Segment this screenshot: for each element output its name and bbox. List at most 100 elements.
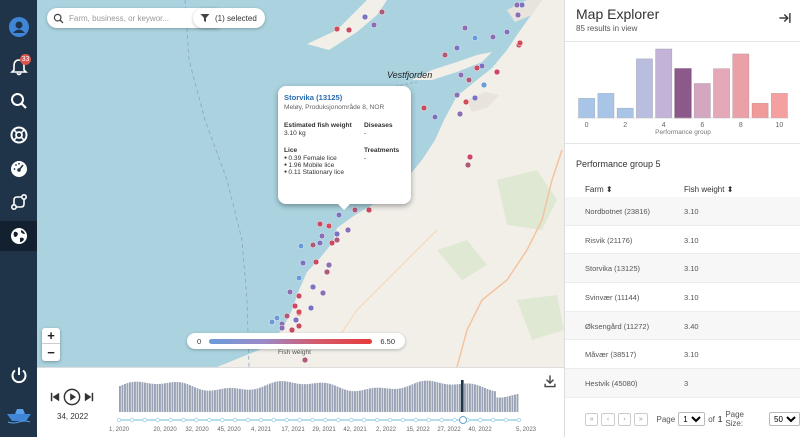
timeline-bar[interactable] <box>424 380 426 412</box>
zoom-in-button[interactable]: + <box>42 328 60 344</box>
timeline-bar[interactable] <box>471 383 474 412</box>
timeline-bar[interactable] <box>264 385 266 412</box>
timeline-bar[interactable] <box>206 390 209 412</box>
filter-button[interactable]: (1) selected <box>193 8 265 28</box>
timeline-bar[interactable] <box>436 382 439 412</box>
timeline-bar[interactable] <box>239 388 241 412</box>
map-view[interactable]: (1) selected Vestfjorden Storvika (13125… <box>37 0 564 367</box>
page-select[interactable]: 1 <box>678 412 706 426</box>
timeline-bar[interactable] <box>394 388 396 412</box>
timeline-step-dot[interactable] <box>413 417 418 423</box>
first-page-button[interactable]: « <box>585 412 599 426</box>
timeline-bar[interactable] <box>281 381 284 412</box>
farm-marker[interactable] <box>471 34 479 42</box>
timeline-bar[interactable] <box>316 382 319 412</box>
timeline-bar[interactable] <box>166 382 169 412</box>
timeline-bar[interactable] <box>349 390 351 412</box>
farm-marker[interactable] <box>307 304 315 312</box>
timeline-histogram[interactable] <box>115 378 525 426</box>
timeline-bar[interactable] <box>269 383 271 412</box>
timeline-bar[interactable] <box>211 390 214 412</box>
timeline-bar[interactable] <box>151 383 154 412</box>
farm-marker[interactable] <box>283 312 291 320</box>
timeline-bar[interactable] <box>479 385 481 412</box>
table-row[interactable]: Øksengård (11272) 3.40 <box>565 311 800 341</box>
timeline-bar[interactable] <box>481 386 484 412</box>
timeline-slider-thumb[interactable] <box>459 416 467 424</box>
timeline-bar[interactable] <box>399 388 401 412</box>
timeline-bar[interactable] <box>369 388 371 412</box>
timeline-bar[interactable] <box>429 380 431 412</box>
farm-marker[interactable] <box>295 308 303 316</box>
timeline-bar[interactable] <box>169 382 171 412</box>
farm-marker[interactable] <box>319 289 327 297</box>
timeline-step-dot[interactable] <box>142 417 148 423</box>
farm-marker[interactable] <box>431 113 439 121</box>
timeline-bar[interactable] <box>386 388 389 412</box>
farm-marker[interactable] <box>370 21 378 29</box>
timeline-bar[interactable] <box>341 388 344 412</box>
farm-marker[interactable] <box>299 259 307 267</box>
sidebar-item-map[interactable] <box>0 221 37 251</box>
timeline-bar[interactable] <box>179 382 181 412</box>
timeline-bar[interactable] <box>131 381 134 412</box>
histogram-bar[interactable] <box>655 48 673 119</box>
timeline-bar[interactable] <box>254 389 256 412</box>
farm-marker[interactable] <box>318 232 326 240</box>
timeline-bar[interactable] <box>384 388 386 412</box>
timeline-bar[interactable] <box>494 391 496 412</box>
farm-marker[interactable] <box>351 206 359 214</box>
histogram-bar[interactable] <box>616 107 634 119</box>
timeline-bar[interactable] <box>144 382 146 412</box>
timeline-step-dot[interactable] <box>400 417 406 423</box>
timeline-step-dot[interactable] <box>374 417 380 423</box>
timeline-step-dot[interactable] <box>220 417 225 423</box>
timeline-bar[interactable] <box>496 397 499 412</box>
timeline-bar[interactable] <box>401 387 404 412</box>
timeline-bar[interactable] <box>196 388 199 412</box>
farm-marker[interactable] <box>333 230 341 238</box>
timeline-bar[interactable] <box>469 383 471 412</box>
timeline-bar[interactable] <box>199 389 201 412</box>
timeline-bar[interactable] <box>291 382 294 412</box>
timeline-bar[interactable] <box>416 382 419 412</box>
timeline-bar[interactable] <box>289 382 291 412</box>
timeline-bar[interactable] <box>319 382 321 412</box>
farm-marker[interactable] <box>286 288 294 296</box>
skip-back-icon[interactable] <box>49 391 61 403</box>
timeline-bar[interactable] <box>346 390 349 412</box>
farm-marker[interactable] <box>441 51 449 59</box>
timeline-bar[interactable] <box>336 386 339 412</box>
timeline-bar[interactable] <box>321 382 324 412</box>
timeline-bar[interactable] <box>486 388 489 412</box>
farm-marker[interactable] <box>309 241 317 249</box>
timeline-bar[interactable] <box>464 383 466 412</box>
timeline-bar[interactable] <box>124 383 126 412</box>
timeline-bar[interactable] <box>459 383 461 412</box>
timeline-bar[interactable] <box>219 389 221 412</box>
table-row[interactable]: Storvika (13125) 3.10 <box>565 254 800 284</box>
timeline-step-dot[interactable] <box>129 417 135 423</box>
timeline-bar[interactable] <box>374 387 376 412</box>
timeline-bar[interactable] <box>476 385 479 412</box>
timeline-bar[interactable] <box>444 383 446 412</box>
farm-marker[interactable] <box>297 242 305 250</box>
timeline-bar[interactable] <box>406 386 409 412</box>
timeline-step-dot[interactable] <box>297 417 302 423</box>
timeline-bar[interactable] <box>139 381 141 412</box>
timeline-bar[interactable] <box>306 384 309 412</box>
farm-marker[interactable] <box>480 81 488 89</box>
timeline-bar[interactable] <box>296 383 299 412</box>
farm-marker[interactable] <box>333 236 341 244</box>
histogram-bar[interactable] <box>713 68 730 119</box>
timeline-bar[interactable] <box>286 381 289 412</box>
next-page-button[interactable]: › <box>617 412 632 426</box>
timeline-bar[interactable] <box>184 383 186 412</box>
timeline-bar[interactable] <box>514 394 516 412</box>
timeline-bar[interactable] <box>366 389 369 412</box>
timeline-bar[interactable] <box>356 391 359 412</box>
timeline-bar[interactable] <box>391 388 394 412</box>
timeline-selected-bar[interactable] <box>461 380 464 412</box>
timeline-bar[interactable] <box>414 383 416 412</box>
sidebar-item-help[interactable] <box>0 120 37 150</box>
